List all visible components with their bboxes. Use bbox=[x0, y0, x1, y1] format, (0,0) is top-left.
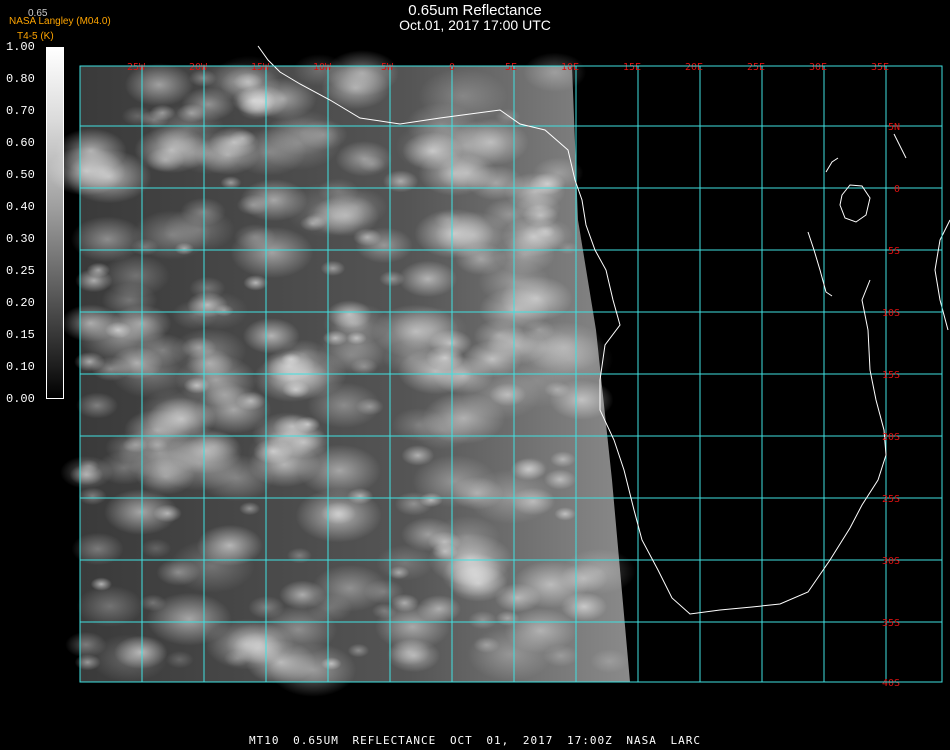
longitude-label: 10W bbox=[313, 62, 332, 73]
cloud-patch bbox=[550, 451, 576, 468]
longitude-label: 5E bbox=[505, 62, 517, 73]
cloud-patch bbox=[295, 488, 382, 543]
cloud-patch bbox=[231, 128, 307, 176]
satellite-map: 25W 20W 15W 10W 5W 0 5E 10E 15E 20E 25E 30E 35E 5N 0 5S… bbox=[47, 45, 950, 697]
cloud-patch bbox=[512, 327, 578, 369]
footer-product: MT10 bbox=[248, 734, 280, 747]
cloud-patch bbox=[307, 594, 353, 623]
longitude-label: 10E bbox=[561, 62, 579, 73]
cloud-patch bbox=[347, 643, 370, 658]
cloud-patch bbox=[187, 291, 249, 330]
cloud-patch bbox=[285, 182, 374, 238]
cloud-patch bbox=[321, 657, 342, 670]
latitude-label: 0 bbox=[894, 184, 900, 195]
latitude-label: 30S bbox=[882, 556, 900, 567]
cloud-patch bbox=[512, 560, 589, 609]
cloud-patch bbox=[70, 216, 144, 263]
longitude-label: 35E bbox=[871, 62, 889, 73]
latitude-label: 35S bbox=[882, 618, 900, 629]
cloud-patch bbox=[398, 260, 458, 298]
lake-tanganyika bbox=[807, 231, 833, 297]
cloud-patch bbox=[468, 610, 498, 630]
cloud-patch bbox=[495, 610, 520, 626]
cloud-patch bbox=[114, 635, 168, 669]
longitude-label: 20E bbox=[685, 62, 703, 73]
cloud-patch bbox=[76, 585, 143, 627]
cloud-patch bbox=[134, 126, 210, 174]
cloud-patch bbox=[383, 341, 439, 376]
cloud-patch bbox=[176, 103, 207, 123]
longitude-label: 20W bbox=[189, 62, 208, 73]
cloud-patch bbox=[522, 218, 573, 251]
cloud-patch bbox=[90, 577, 113, 591]
cloud-patch bbox=[60, 455, 114, 489]
longitude-label: 5W bbox=[381, 62, 394, 73]
cloud-patch bbox=[450, 476, 504, 510]
longitude-label: 25E bbox=[747, 62, 765, 73]
cloud-patch bbox=[320, 260, 346, 276]
longitude-label: 15E bbox=[623, 62, 641, 73]
latitude-label: 25S bbox=[882, 494, 900, 505]
cloud-patch bbox=[146, 397, 217, 441]
cloud-patch bbox=[60, 304, 121, 343]
cloud-patch bbox=[230, 226, 314, 279]
cloud-patch bbox=[165, 650, 194, 669]
latitude-label: 10S bbox=[882, 308, 900, 319]
cloud-patch bbox=[233, 72, 263, 92]
latitude-label: 40S bbox=[882, 678, 900, 689]
cloud-patch bbox=[140, 538, 172, 558]
cloud-patch bbox=[220, 176, 242, 190]
cloud-patch bbox=[132, 210, 212, 260]
cloud-patch bbox=[467, 627, 553, 681]
cloud-patch bbox=[75, 268, 113, 293]
cloud-patch bbox=[325, 50, 399, 96]
cloud-patch bbox=[286, 547, 312, 564]
cloud-patch bbox=[236, 194, 270, 216]
cloud-patch bbox=[473, 636, 500, 654]
lake-ethiopia bbox=[893, 133, 907, 159]
cloud-patch bbox=[390, 593, 420, 613]
cloud-patch bbox=[489, 383, 527, 407]
latitude-label: 15S bbox=[882, 370, 900, 381]
cloud-patch bbox=[78, 487, 107, 506]
cloud-patch bbox=[554, 507, 576, 521]
cloud-patch bbox=[262, 349, 316, 383]
latitude-label: 5N bbox=[888, 122, 900, 133]
cloud-patch bbox=[104, 489, 178, 535]
footer-datetime: OCT 01, 2017 17:00Z bbox=[449, 734, 613, 747]
cloud-patch bbox=[225, 622, 295, 666]
longitude-label: 15W bbox=[251, 62, 270, 73]
cloud-patch bbox=[590, 649, 629, 673]
cloud-patch bbox=[387, 639, 441, 673]
cloud-patch bbox=[434, 211, 512, 259]
cloud-patch bbox=[121, 106, 154, 127]
cloud-patch bbox=[317, 334, 385, 377]
longitude-label: 0 bbox=[449, 62, 455, 73]
latitude-label: 20S bbox=[882, 432, 900, 443]
cloud-patch bbox=[76, 392, 119, 419]
cloud-patch bbox=[382, 170, 419, 193]
latitude-label: 5S bbox=[888, 246, 900, 257]
longitude-label: 25W bbox=[127, 62, 146, 73]
cloud-patch bbox=[416, 595, 462, 623]
lake-victoria bbox=[839, 184, 871, 223]
cloud-patch bbox=[139, 594, 167, 612]
footer-bar: MT10 0.65UM REFLECTANCE OCT 01, 2017 17:… bbox=[0, 734, 950, 747]
cloud-patch bbox=[326, 300, 372, 329]
cloud-patch bbox=[55, 128, 127, 174]
cloud-patch bbox=[358, 155, 386, 173]
cloud-patch bbox=[401, 517, 456, 552]
lake-turkana bbox=[825, 157, 839, 173]
cloud-patch bbox=[74, 352, 106, 372]
cloud-patch bbox=[388, 566, 410, 580]
cloud-patch bbox=[542, 644, 579, 667]
cloud-patch bbox=[169, 539, 255, 593]
footer-band: 0.65UM REFLECTANCE bbox=[293, 734, 437, 747]
footer-source: NASA LARC bbox=[626, 734, 702, 747]
cloud-patch bbox=[405, 102, 478, 148]
cloud-patch bbox=[412, 411, 474, 450]
cloud-patch bbox=[239, 502, 261, 516]
cloud-patch bbox=[154, 435, 243, 491]
longitude-label: 30E bbox=[809, 62, 827, 73]
